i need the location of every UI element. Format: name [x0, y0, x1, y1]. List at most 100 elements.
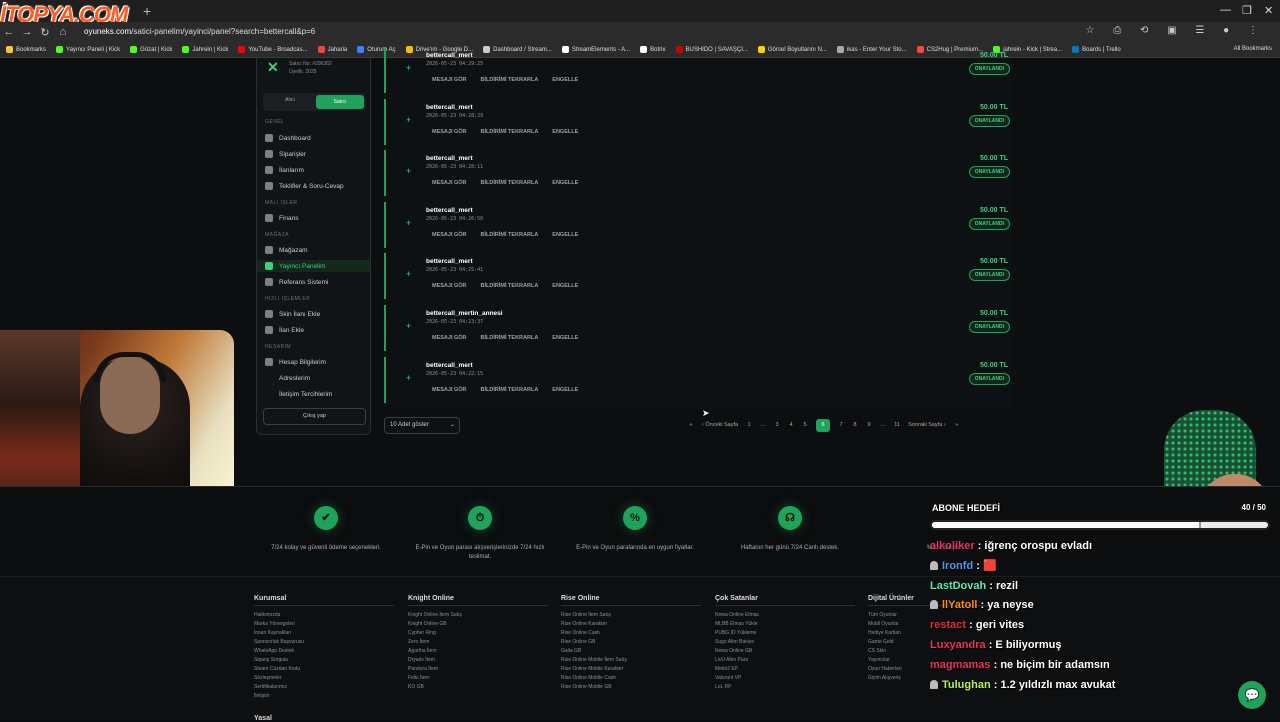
- footer-link[interactable]: Rise Online Mobile Cash: [561, 674, 701, 683]
- first-page-button[interactable]: «: [688, 419, 694, 432]
- view-message-button[interactable]: MESAJI GÖR: [432, 283, 467, 289]
- page-3-button[interactable]: 3: [774, 419, 780, 432]
- footer-link[interactable]: Marka Yönergeleri: [254, 620, 394, 629]
- bookmark-item[interactable]: Jaharia: [317, 46, 347, 53]
- footer-link[interactable]: Rise Online İtem Satış: [561, 611, 701, 620]
- minimize-icon[interactable]: —: [1220, 4, 1231, 16]
- sidebar-item-listings[interactable]: İlanlarım: [265, 164, 370, 176]
- footer-link[interactable]: Valorant VP: [715, 674, 855, 683]
- bookmark-item[interactable]: Jahrein | Kick: [182, 46, 228, 53]
- view-message-button[interactable]: MESAJI GÖR: [432, 232, 467, 238]
- footer-link[interactable]: Rise Online Cash: [561, 629, 701, 638]
- sidebar-item-account-info[interactable]: Hesap Bilgilerim: [265, 356, 370, 368]
- bookmark-item[interactable]: Bookmarks: [6, 46, 46, 53]
- footer-link[interactable]: Sponsorluk Başvurusu: [254, 638, 394, 647]
- replay-alert-button[interactable]: BİLDİRİMİ TEKRARLA: [481, 129, 539, 135]
- footer-link[interactable]: Cypher Ring: [408, 629, 548, 638]
- replay-alert-button[interactable]: BİLDİRİMİ TEKRARLA: [481, 283, 539, 289]
- footer-link[interactable]: WhatsApp Destek: [254, 647, 394, 656]
- block-button[interactable]: ENGELLE: [552, 77, 578, 83]
- view-message-button[interactable]: MESAJI GÖR: [432, 77, 467, 83]
- buyer-tab[interactable]: Alıcı: [267, 97, 313, 103]
- block-button[interactable]: ENGELLE: [552, 180, 578, 186]
- block-button[interactable]: ENGELLE: [552, 387, 578, 393]
- bookmark-item[interactable]: Yayıncı Paneli | Kick: [56, 46, 120, 53]
- footer-link[interactable]: Sertifikalarımız: [254, 683, 394, 692]
- footer-link[interactable]: Sipariş Sorgula: [254, 656, 394, 665]
- sidebar-item-orders[interactable]: Siparişler: [265, 148, 370, 160]
- footer-link[interactable]: Knight Online İtem Satış: [408, 611, 548, 620]
- new-tab-button[interactable]: +: [143, 3, 151, 19]
- sidebar-item-add-skin[interactable]: Skin İlanı Ekle: [265, 308, 370, 320]
- footer-link[interactable]: Knight Online GB: [408, 620, 548, 629]
- replay-alert-button[interactable]: BİLDİRİMİ TEKRARLA: [481, 335, 539, 341]
- footer-link[interactable]: LivU Altın Para: [715, 656, 855, 665]
- expand-icon[interactable]: +: [406, 166, 411, 176]
- bookmark-item[interactable]: Boards | Trello: [1072, 46, 1121, 53]
- forward-icon[interactable]: →: [18, 26, 36, 38]
- view-message-button[interactable]: MESAJI GÖR: [432, 335, 467, 341]
- expand-icon[interactable]: +: [406, 321, 411, 331]
- support-chat-button[interactable]: 💬: [1238, 681, 1266, 709]
- footer-link[interactable]: MLBB Elmas Yükle: [715, 620, 855, 629]
- sidebar-item-contact-prefs[interactable]: İletişim Tercihlerim: [265, 388, 370, 400]
- footer-link[interactable]: PUBG ID Yükleme: [715, 629, 855, 638]
- page-9-button[interactable]: 9: [866, 419, 872, 432]
- footer-link[interactable]: Nowa Online Elmas: [715, 611, 855, 620]
- footer-link[interactable]: Metin2 EP: [715, 665, 855, 674]
- footer-link[interactable]: Sugo Altın Bakiye: [715, 638, 855, 647]
- sidebar-item-offers[interactable]: Teklifler & Soru-Cevap: [265, 180, 370, 192]
- expand-icon[interactable]: +: [406, 269, 411, 279]
- block-button[interactable]: ENGELLE: [552, 335, 578, 341]
- replay-alert-button[interactable]: BİLDİRİMİ TEKRARLA: [481, 387, 539, 393]
- page-8-button[interactable]: 8: [852, 419, 858, 432]
- expand-icon[interactable]: +: [406, 373, 411, 383]
- next-page-button[interactable]: Sonraki Sayfa ›: [908, 419, 946, 432]
- footer-link[interactable]: Agartha İtem: [408, 647, 548, 656]
- footer-link[interactable]: Steam Cüzdan Kodu: [254, 665, 394, 674]
- page-6-button[interactable]: 6: [816, 419, 831, 432]
- page-4-button[interactable]: 4: [788, 419, 794, 432]
- footer-link[interactable]: KO GB: [408, 683, 548, 692]
- logout-button[interactable]: Çıkış yap: [263, 408, 366, 425]
- url-input[interactable]: oyuneks.com/satici-panelim/yayinci/panel…: [84, 25, 1134, 39]
- all-bookmarks-button[interactable]: All Bookmarks: [1234, 46, 1272, 52]
- footer-link[interactable]: Galia GB: [561, 647, 701, 656]
- page-7-button[interactable]: 7: [838, 419, 844, 432]
- sidebar-item-referral[interactable]: Referans Sistemi: [265, 276, 370, 288]
- footer-link[interactable]: Rise Online GB: [561, 638, 701, 647]
- page-11-button[interactable]: 11: [894, 419, 900, 432]
- per-page-select[interactable]: 10 Adet göster ⌄: [384, 417, 460, 434]
- footer-link[interactable]: Sözleşmeler: [254, 674, 394, 683]
- reload-icon[interactable]: ↻: [36, 26, 54, 39]
- bookmark-item[interactable]: Gözat | Kick: [130, 46, 172, 53]
- footer-link[interactable]: Felis İtem: [408, 674, 548, 683]
- sidebar-item-store[interactable]: Mağazam: [265, 244, 370, 256]
- extension-icons[interactable]: ☆ ⎙ ⟲ ▣ ☰ ● ⋮: [1086, 25, 1266, 36]
- footer-link[interactable]: Hakkımızda: [254, 611, 394, 620]
- view-message-button[interactable]: MESAJI GÖR: [432, 180, 467, 186]
- close-icon[interactable]: ✕: [1264, 4, 1273, 17]
- footer-link[interactable]: Rise Online Mobile İtem Satış: [561, 656, 701, 665]
- sidebar-item-finance[interactable]: Finans: [265, 212, 370, 224]
- footer-link[interactable]: İnsan Kaynakları: [254, 629, 394, 638]
- sidebar-item-add-listing[interactable]: İlan Ekle: [265, 324, 370, 336]
- page-5-button[interactable]: 5: [802, 419, 808, 432]
- prev-page-button[interactable]: ‹ Önceki Sayfa: [702, 419, 738, 432]
- bookmark-item[interactable]: YouTube - Broadcas...: [238, 46, 308, 53]
- block-button[interactable]: ENGELLE: [552, 283, 578, 289]
- page-1-button[interactable]: 1: [746, 419, 752, 432]
- replay-alert-button[interactable]: BİLDİRİMİ TEKRARLA: [481, 180, 539, 186]
- footer-link[interactable]: Pandora İtem: [408, 665, 548, 674]
- footer-link[interactable]: LoL RP: [715, 683, 855, 692]
- footer-link[interactable]: Rise Online Mobile GB: [561, 683, 701, 692]
- footer-link[interactable]: Rise Online Mobile Karakter: [561, 665, 701, 674]
- view-message-button[interactable]: MESAJI GÖR: [432, 387, 467, 393]
- expand-icon[interactable]: +: [406, 63, 411, 73]
- sidebar-item-dashboard[interactable]: Dashboard: [265, 132, 370, 144]
- replay-alert-button[interactable]: BİLDİRİMİ TEKRARLA: [481, 77, 539, 83]
- footer-link[interactable]: Nowa Online GB: [715, 647, 855, 656]
- footer-link[interactable]: Dryads İtem: [408, 656, 548, 665]
- back-icon[interactable]: ←: [0, 26, 18, 38]
- expand-icon[interactable]: +: [406, 218, 411, 228]
